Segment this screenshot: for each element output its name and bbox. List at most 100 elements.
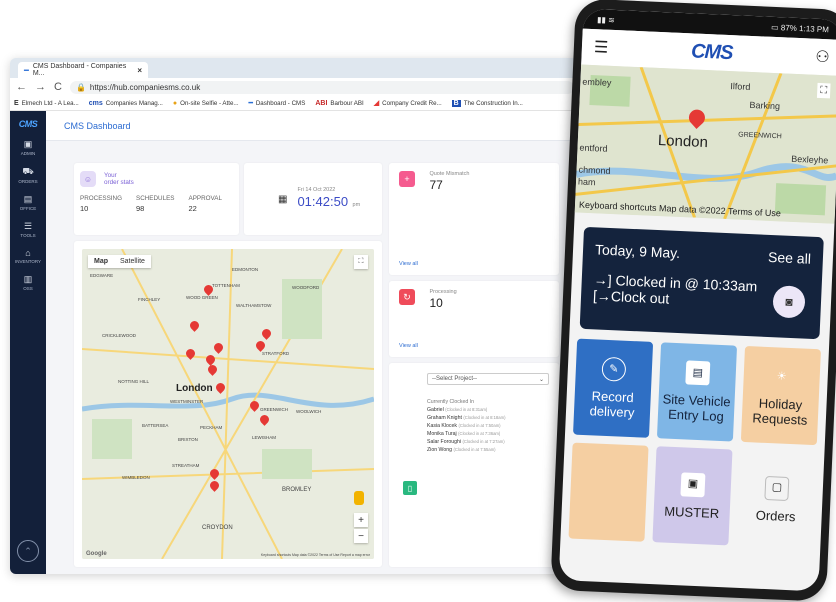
sidebar-item-label: ADMIN <box>20 151 36 156</box>
list-item: Kasia Klocek (Clocked in at 7:50am) <box>427 422 549 430</box>
orders-tile[interactable]: ▢ Orders <box>736 449 817 550</box>
sidebar-item-label: ORDERS <box>18 179 38 184</box>
project-select-value: --Select Project-- <box>432 376 478 382</box>
map-attribution[interactable]: Keyboard shortcuts Map data ©2022 Terms … <box>261 553 370 557</box>
user-icon[interactable]: ⚇ <box>815 47 830 68</box>
stats-row: PROCESSING 10 SCHEDULES 98 APPROVAL 22 <box>80 195 233 213</box>
collapse-sidebar-button[interactable]: ⌃ <box>17 540 39 562</box>
clipboard-icon: ▯ <box>407 483 413 493</box>
bookmark-label: On-site Selfie - Atte... <box>180 99 239 107</box>
menu-icon[interactable]: ☰ <box>593 37 609 58</box>
bookmark-companies[interactable]: cms Companies Manag... <box>89 100 163 107</box>
stat-processing[interactable]: PROCESSING 10 <box>80 195 122 213</box>
muster-tile[interactable]: ▣ MUSTER <box>652 446 733 546</box>
camera-icon: ◙ <box>785 294 793 309</box>
sidebar-item-tools[interactable]: ☰ TOOLS <box>20 221 35 238</box>
metric-value: 10 <box>429 296 443 310</box>
sidebar-item-inventory[interactable]: ⌂ INVENTORY <box>15 248 41 264</box>
reload-icon[interactable]: C <box>54 81 62 93</box>
stats-icon: ☺ <box>80 171 96 187</box>
chevron-down-icon: ⌄ <box>538 376 544 383</box>
map-roads <box>82 249 374 559</box>
dash-icon: ━ <box>248 100 253 107</box>
url-input[interactable]: 🔒 https://hub.companiesms.co.uk <box>69 80 574 94</box>
blank-tile[interactable] <box>568 442 649 542</box>
map-label: embley <box>582 76 612 88</box>
export-button[interactable]: ▯ <box>403 481 417 495</box>
phone-screen: ▮▮ ≋ ▭ 87% 1:13 PM ☰ CMS ⚇ London Ilford… <box>558 8 836 592</box>
street-view-pegman-icon[interactable] <box>354 491 364 505</box>
calendar-icon: ▦ <box>278 193 288 205</box>
fullscreen-icon: ⛶ <box>358 258 364 265</box>
camera-button[interactable]: ◙ <box>772 285 806 319</box>
view-all-quote-mismatch[interactable]: View all <box>399 261 418 267</box>
map-label: Ilford <box>730 81 751 92</box>
map-label: NOTTING HILL <box>118 379 150 384</box>
employee-name: Salar Foroughi <box>427 439 462 445</box>
sidebar-item-orders[interactable]: ⛟ ORDERS <box>18 166 37 184</box>
project-select[interactable]: --Select Project-- ⌄ <box>427 373 549 385</box>
bookmark-elmech[interactable]: E Elmech Ltd - A Lea... <box>14 100 79 107</box>
main-content: CMS Dashboard ☺ Your order stats PROCESS… <box>46 111 580 574</box>
browser-tab[interactable]: ━ CMS Dashboard - Companies M... × <box>18 62 148 78</box>
map-label: EDGWARE <box>90 273 114 278</box>
fullscreen-button[interactable]: ⛶ <box>354 255 368 269</box>
stat-label: PROCESSING <box>80 195 122 202</box>
cms-logo: CMS <box>18 119 38 129</box>
zoom-in-button[interactable]: + <box>354 513 368 527</box>
record-delivery-tile[interactable]: ✎ Record delivery <box>573 338 654 438</box>
employee-name: Kasia Klocek <box>427 423 457 429</box>
map-label: PECKHAM <box>200 425 223 430</box>
map-tab[interactable]: Map <box>88 255 114 268</box>
sidebar-item-oss[interactable]: ▥ OSS <box>23 274 33 291</box>
admin-icon: ▣ <box>23 139 33 149</box>
sidebar-item-label: TOOLS <box>20 233 36 238</box>
phone-map[interactable]: London Ilford Barking GREENWICH Bexleyhe… <box>574 64 836 224</box>
see-all-link[interactable]: See all <box>768 249 811 267</box>
bag-icon: ▢ <box>764 475 790 501</box>
map-label: WESTMINSTER <box>170 399 204 404</box>
quote-mismatch-metric: Quote Mismatch 77 <box>429 171 469 192</box>
stat-approval[interactable]: APPROVAL 22 <box>189 195 222 213</box>
holiday-requests-tile[interactable]: ☀ Holiday Requests <box>740 345 821 446</box>
list-item: Salar Foroughi (Clocked in at 7:27am) <box>427 438 549 446</box>
zoom-controls: + − <box>354 513 368 543</box>
satellite-tab[interactable]: Satellite <box>114 255 151 268</box>
employee-name: Monika Turaj <box>427 431 457 437</box>
bookmark-construction[interactable]: B The Construction In... <box>451 99 523 107</box>
close-tab-icon[interactable]: × <box>137 66 142 75</box>
sidebar-item-admin[interactable]: ▣ ADMIN <box>21 139 36 156</box>
forward-arrow-icon[interactable]: → <box>35 81 46 93</box>
action-tiles: ✎ Record delivery ▤ Site Vehicle Entry L… <box>568 338 821 550</box>
stat-label: SCHEDULES <box>136 195 175 202</box>
bookmark-selfie[interactable]: ● On-site Selfie - Atte... <box>173 100 239 107</box>
zoom-out-button[interactable]: − <box>354 529 368 543</box>
tab-bar: ━ CMS Dashboard - Companies M... × <box>10 58 580 78</box>
stat-schedules[interactable]: SCHEDULES 98 <box>136 195 175 213</box>
url-text: https://hub.companiesms.co.uk <box>89 82 201 92</box>
tab-title: CMS Dashboard - Companies M... <box>32 63 127 77</box>
bookmark-label: The Construction In... <box>463 99 523 107</box>
refresh-icon: ↻ <box>399 289 415 305</box>
processing-card: ↻ Processing 10 View all <box>389 281 559 357</box>
clock-time: (Clocked in at 8:31am) <box>445 407 488 412</box>
map-label: WALTHAMSTOW <box>236 303 272 308</box>
fullscreen-icon[interactable]: ⛶ <box>816 82 831 99</box>
list-item: Monika Turaj (Clocked in at 7:36am) <box>427 430 549 438</box>
abi-icon: ABI <box>315 99 328 107</box>
map-city-label: London <box>657 131 709 152</box>
sidebar-item-office[interactable]: ▤ OFFICE <box>20 194 37 211</box>
bookmark-dashboard[interactable]: ━ Dashboard - CMS <box>248 99 306 108</box>
map-label: LEWISHAM <box>252 435 277 440</box>
london-map[interactable]: Map Satellite ⛶ EDGWARE EDMONTON TOTTENH… <box>82 249 374 559</box>
bookmark-barbour[interactable]: ABI Barbour ABI <box>315 100 363 107</box>
view-all-processing[interactable]: View all <box>399 343 418 349</box>
back-arrow-icon[interactable]: ← <box>16 81 27 93</box>
phone-device: ▮▮ ≋ ▭ 87% 1:13 PM ☰ CMS ⚇ London Ilford… <box>550 0 836 602</box>
battery-level: 87% <box>780 22 798 33</box>
site-vehicle-entry-log-tile[interactable]: ▤ Site Vehicle Entry Log <box>656 342 738 442</box>
bookmarks-bar: E Elmech Ltd - A Lea... cms Companies Mana… <box>10 96 580 111</box>
plus-icon: + <box>399 171 415 187</box>
bookmark-credit[interactable]: ◢ Company Credit Re... <box>374 99 442 108</box>
bookmark-label: Barbour ABI <box>330 99 364 107</box>
